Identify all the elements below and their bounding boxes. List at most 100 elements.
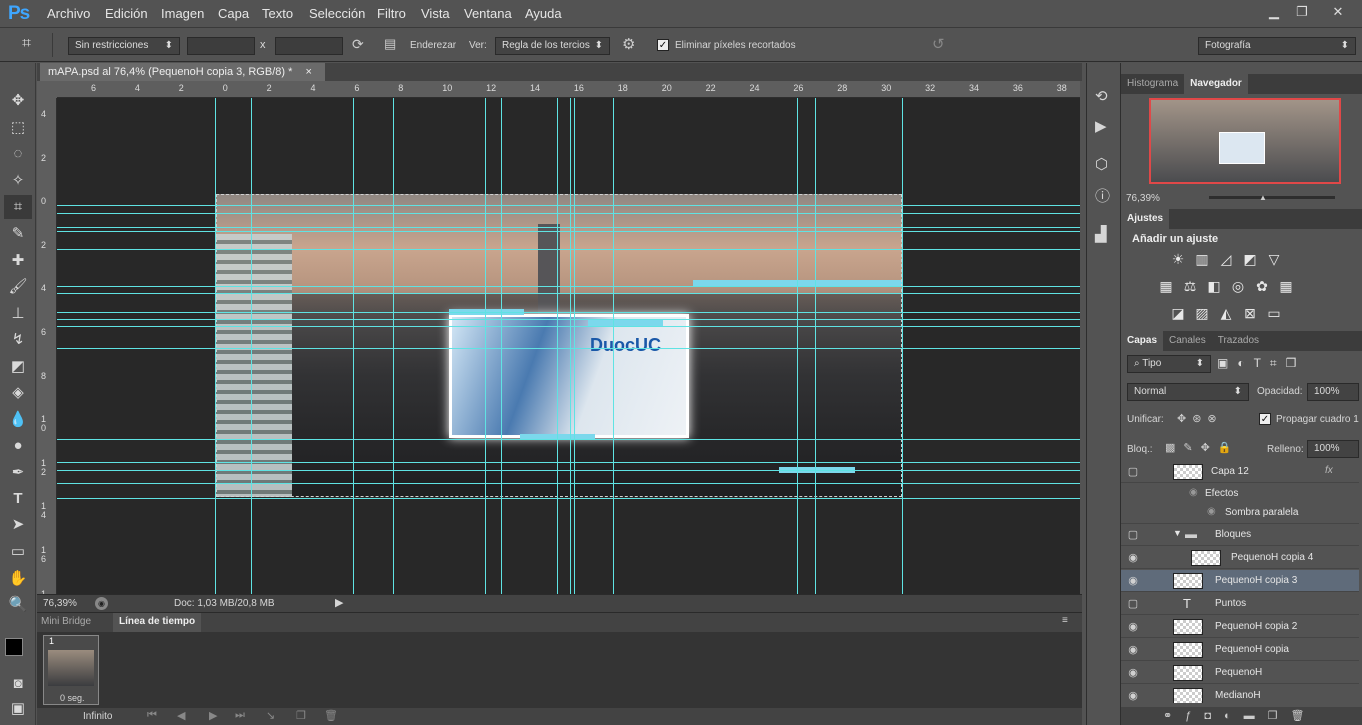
vertical-guide[interactable] xyxy=(574,98,575,594)
layer-pequenoh-copia-3[interactable]: ◉ PequenoH copia 3 xyxy=(1121,570,1359,592)
visibility-toggle[interactable]: ▢ xyxy=(1125,596,1141,612)
close-window-button[interactable]: ✕ xyxy=(1326,2,1350,22)
type-tool-icon[interactable]: T xyxy=(4,487,32,511)
loop-dropdown[interactable]: Infinito xyxy=(83,711,112,722)
ratio-dropdown[interactable]: Sin restricciones ⬍ xyxy=(68,37,180,55)
threshold-icon[interactable]: ◭ xyxy=(1217,304,1235,322)
menu-archivo[interactable]: Archivo xyxy=(47,6,90,21)
menu-texto[interactable]: Texto xyxy=(262,6,293,21)
vibrance-icon[interactable]: ▽ xyxy=(1265,250,1283,268)
vertical-guide[interactable] xyxy=(251,98,252,594)
blur-tool-icon[interactable]: 💧 xyxy=(4,408,32,432)
opacity-field[interactable]: 100% xyxy=(1307,383,1359,401)
photo-filter-icon[interactable]: ◎ xyxy=(1229,277,1247,295)
eyedropper-icon[interactable]: ✎ xyxy=(4,222,32,246)
horizontal-guide[interactable] xyxy=(57,293,1080,294)
horizontal-guide[interactable] xyxy=(57,286,1080,287)
exposure-icon[interactable]: ◩ xyxy=(1241,250,1259,268)
vertical-guide[interactable] xyxy=(815,98,816,594)
horizontal-guide[interactable] xyxy=(57,326,1080,327)
workspace-dropdown[interactable]: Fotografía ⬍ xyxy=(1198,37,1356,55)
horizontal-guide[interactable] xyxy=(57,249,1080,250)
frame-delay[interactable]: 0 seg. xyxy=(60,693,85,703)
posterize-icon[interactable]: ▨ xyxy=(1193,304,1211,322)
layer-drop-shadow[interactable]: ◉ Sombra paralela xyxy=(1121,502,1359,524)
vertical-guide[interactable] xyxy=(613,98,614,594)
horizontal-guide[interactable] xyxy=(57,498,1080,499)
panel-menu-icon[interactable]: ≡ xyxy=(1062,615,1068,626)
layer-filter-dropdown[interactable]: ⌕ Tipo ⬍ xyxy=(1127,355,1211,373)
tween-icon[interactable]: ↘ xyxy=(266,709,275,722)
tab-navigator[interactable]: Navegador xyxy=(1184,74,1248,94)
fx-icon[interactable]: fx xyxy=(1325,465,1333,476)
navigator-zoom-slider[interactable]: ▲ xyxy=(1209,193,1335,202)
previous-frame-icon[interactable]: ◀ xyxy=(177,709,185,722)
actions-icon[interactable]: ▶ xyxy=(1095,117,1107,135)
curves-icon[interactable]: ◿ xyxy=(1217,250,1235,268)
menu-ventana[interactable]: Ventana xyxy=(464,6,512,21)
lasso-tool-icon[interactable]: ◌ xyxy=(4,142,32,166)
vertical-guide[interactable] xyxy=(557,98,558,594)
layer-pequenoh[interactable]: ◉ PequenoH xyxy=(1121,662,1359,684)
tab-mini-bridge[interactable]: Mini Bridge xyxy=(41,616,91,627)
vertical-guide[interactable] xyxy=(902,98,903,594)
tab-layers[interactable]: Capas xyxy=(1121,331,1164,351)
color-balance-icon[interactable]: ⚖ xyxy=(1181,277,1199,295)
path-selection-icon[interactable]: ➤ xyxy=(4,513,32,537)
info-icon[interactable]: ◉ xyxy=(95,597,108,610)
eye-icon[interactable]: ◉ xyxy=(1125,688,1141,703)
tab-channels[interactable]: Canales xyxy=(1163,331,1212,351)
menu-imagen[interactable]: Imagen xyxy=(161,6,204,21)
paragraph-icon[interactable]: ▟ xyxy=(1095,225,1107,243)
eye-icon[interactable]: ◉ xyxy=(1189,487,1198,498)
pen-tool-icon[interactable]: ✒ xyxy=(4,461,32,485)
visibility-toggle[interactable]: ▢ xyxy=(1125,527,1141,543)
delete-cropped-checkbox[interactable]: ✓ xyxy=(657,39,669,51)
layers-footer-icons[interactable]: ⚭ƒ◘◐▬❐🗑 xyxy=(1121,707,1362,725)
layer-pequenoh-copia-4[interactable]: ◉ PequenoH copia 4 xyxy=(1121,547,1359,569)
foreground-color-swatch[interactable] xyxy=(5,638,23,656)
eraser-tool-icon[interactable]: ◩ xyxy=(4,355,32,379)
horizontal-guide[interactable] xyxy=(57,348,1080,349)
3d-icon[interactable]: ⬡ xyxy=(1095,155,1108,173)
eye-icon[interactable]: ◉ xyxy=(1125,550,1141,566)
move-tool-icon[interactable]: ✥ xyxy=(4,89,32,113)
screen-mode-icon[interactable]: ▣ xyxy=(4,697,32,721)
straighten-icon[interactable]: ▤ xyxy=(384,36,396,52)
blend-mode-dropdown[interactable]: Normal ⬍ xyxy=(1127,383,1249,401)
ruler-origin[interactable] xyxy=(37,81,57,98)
eye-icon[interactable]: ◉ xyxy=(1125,573,1141,589)
tab-timeline[interactable]: Línea de tiempo xyxy=(113,613,202,633)
document-canvas[interactable]: DuocUC xyxy=(57,98,1080,594)
reset-icon[interactable]: ↺ xyxy=(932,35,945,53)
document-tab[interactable]: mAPA.psd al 76,4% (PequenoH copia 3, RGB… xyxy=(40,63,325,81)
menu-edicion[interactable]: Edición xyxy=(105,6,148,21)
eye-icon[interactable]: ◉ xyxy=(1125,619,1141,635)
layer-pequenoh-copia[interactable]: ◉ PequenoH copia xyxy=(1121,639,1359,661)
height-field[interactable] xyxy=(275,37,343,55)
horizontal-guide[interactable] xyxy=(57,205,1080,206)
menu-seleccion[interactable]: Selección xyxy=(309,6,365,21)
magic-wand-icon[interactable]: ✧ xyxy=(4,169,32,193)
trash-icon[interactable]: 🗑 xyxy=(324,709,338,722)
properties-icon[interactable]: ⓘ xyxy=(1095,185,1110,206)
visibility-toggle[interactable]: ▢ xyxy=(1125,464,1141,480)
gradient-map-icon[interactable]: ▭ xyxy=(1265,304,1283,322)
horizontal-guide[interactable] xyxy=(57,470,1080,471)
horizontal-guide[interactable] xyxy=(57,483,1080,484)
healing-brush-icon[interactable]: ✚ xyxy=(4,249,32,273)
frame-1[interactable]: 1 0 seg. xyxy=(43,635,99,705)
vertical-guide[interactable] xyxy=(570,98,571,594)
history-brush-icon[interactable]: ↯ xyxy=(4,328,32,352)
first-frame-icon[interactable]: ⏮ xyxy=(147,709,157,722)
status-menu-arrow-icon[interactable]: ▶ xyxy=(335,596,343,609)
gear-icon[interactable]: ⚙ xyxy=(622,35,635,53)
navigator-preview[interactable] xyxy=(1149,98,1341,184)
dodge-tool-icon[interactable]: ● xyxy=(4,434,32,458)
stamp-tool-icon[interactable]: ⊥ xyxy=(4,302,32,326)
chevron-down-icon[interactable]: ▼ xyxy=(1173,528,1182,538)
vertical-guide[interactable] xyxy=(353,98,354,594)
fill-field[interactable]: 100% xyxy=(1307,440,1359,458)
quick-mask-icon[interactable]: ◙ xyxy=(4,672,32,696)
horizontal-guide[interactable] xyxy=(57,312,1080,313)
